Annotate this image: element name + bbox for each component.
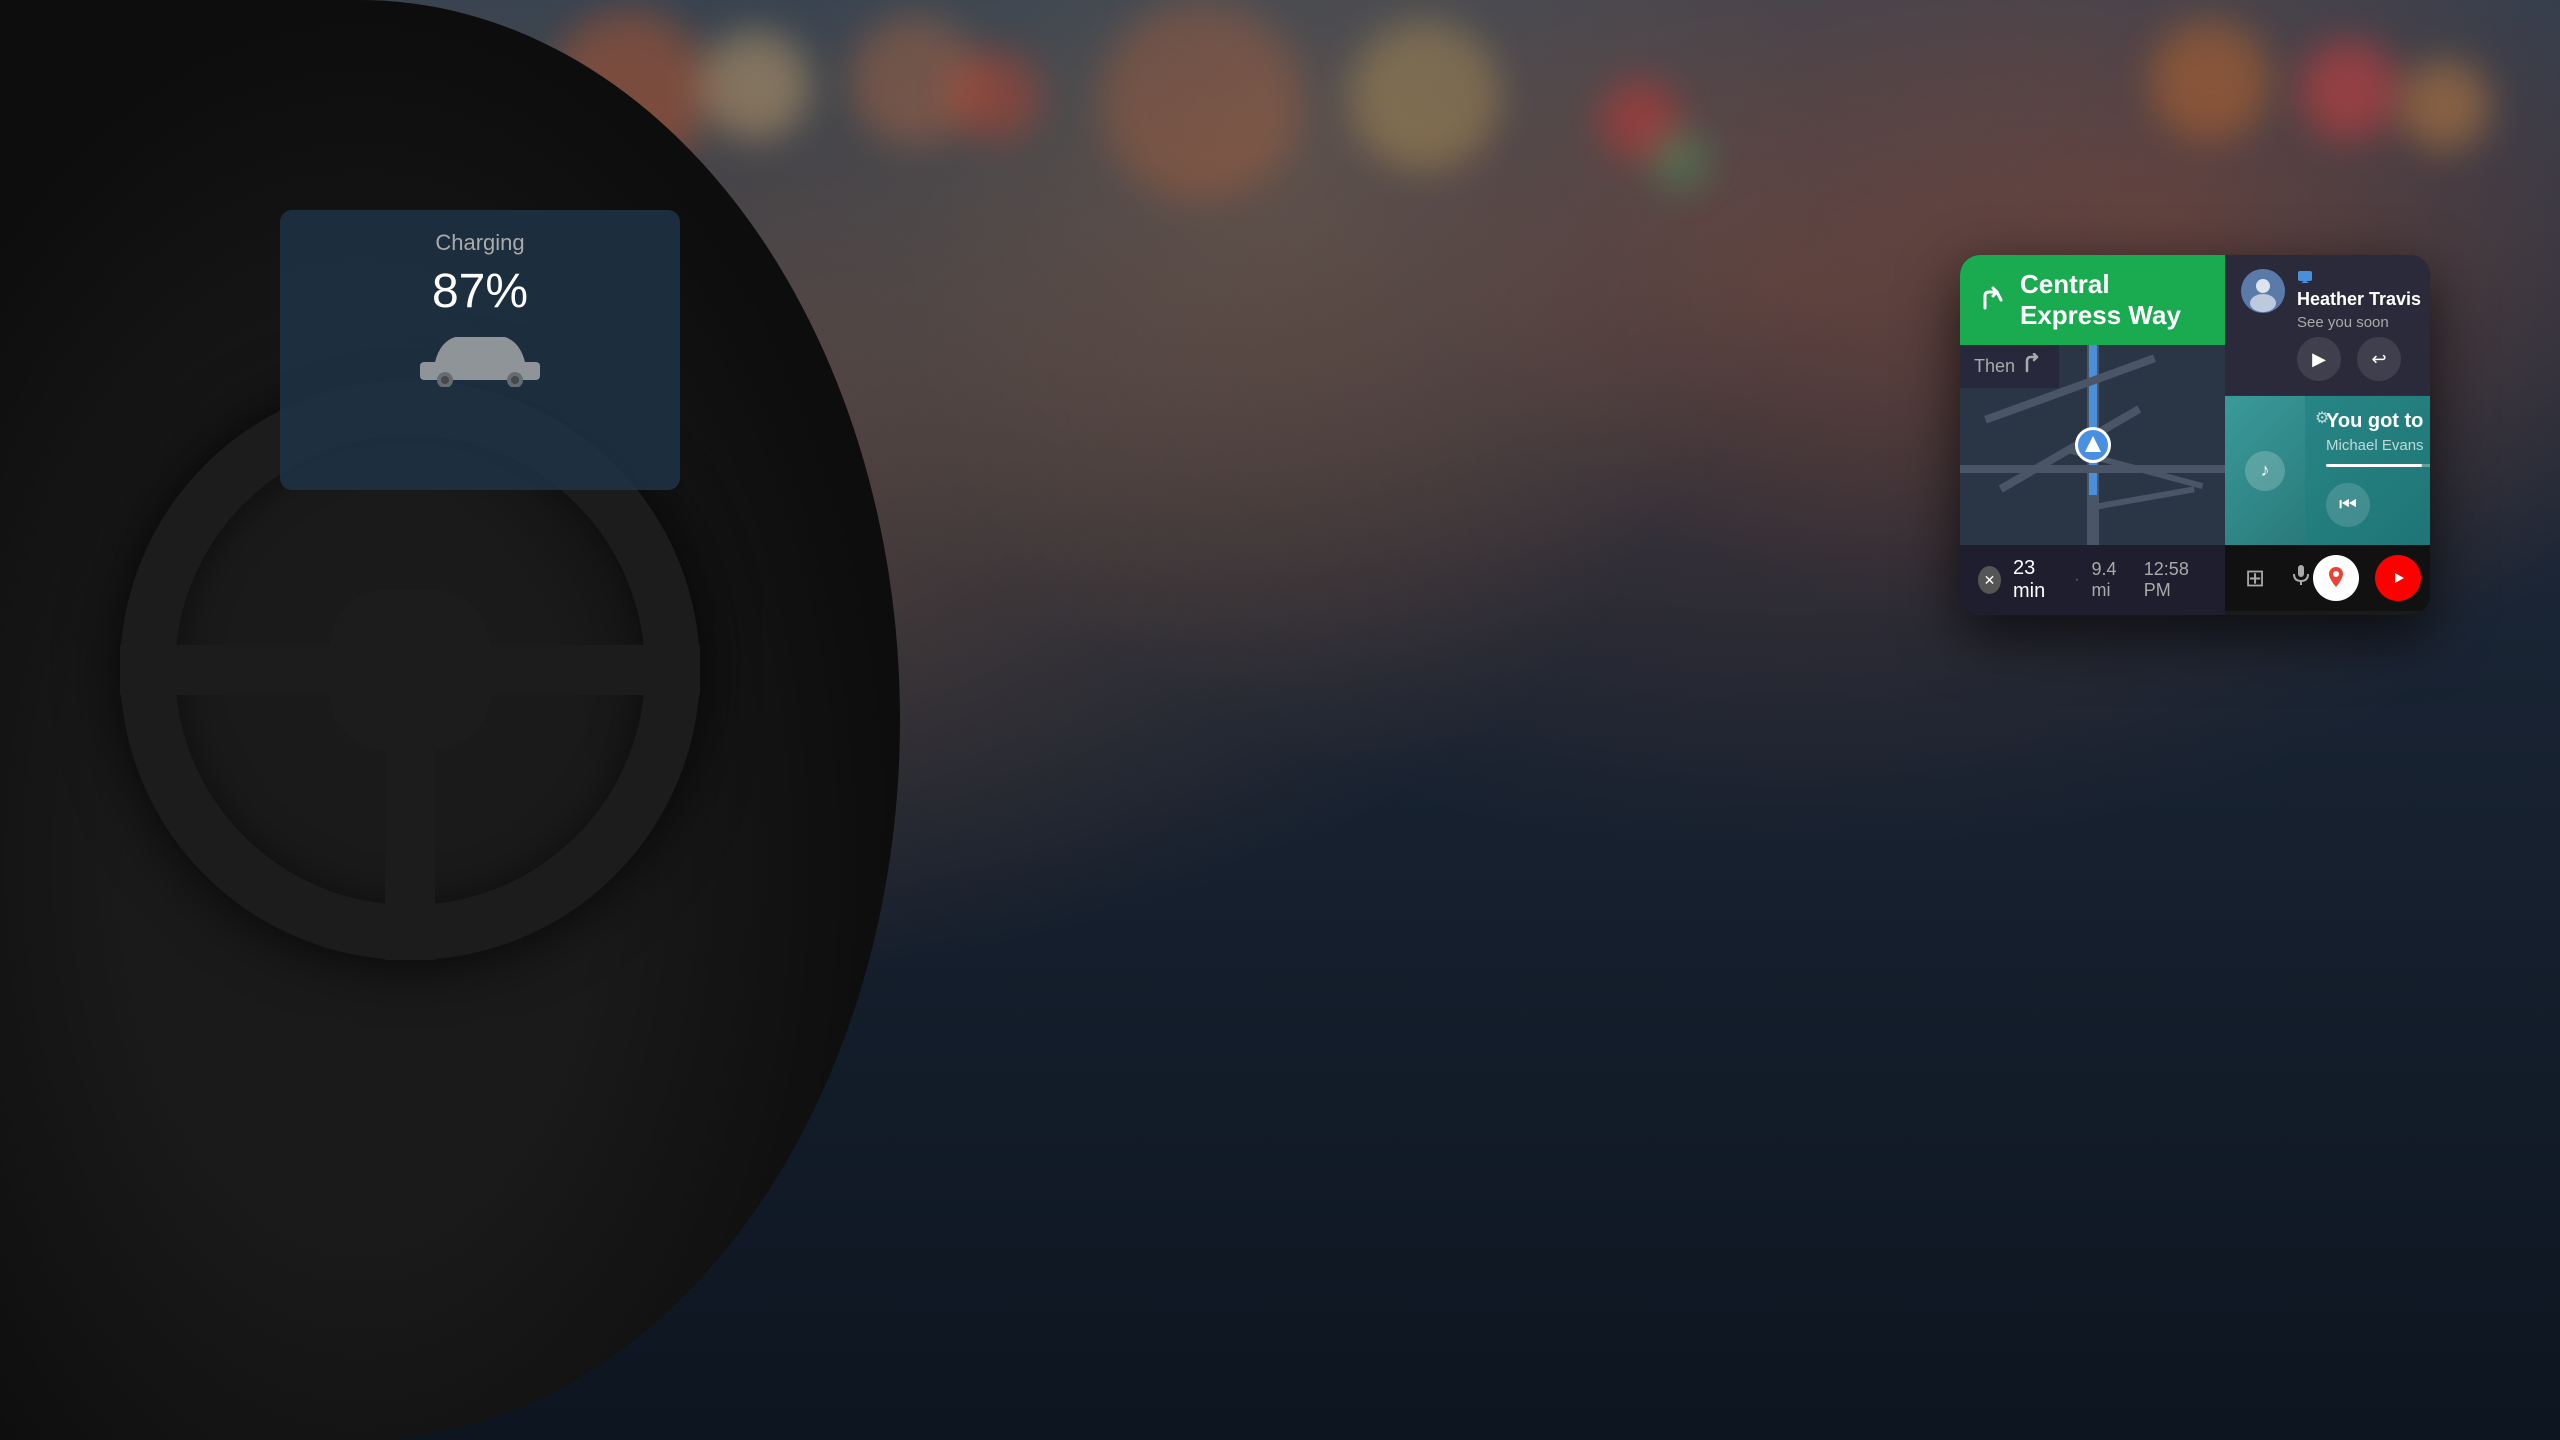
music-artist: Michael Evans bbox=[2326, 437, 2430, 454]
music-thumbnail-icon: ♪ bbox=[2245, 451, 2285, 491]
nav-turn-icon bbox=[1978, 285, 2008, 315]
maps-app-icon[interactable] bbox=[2313, 555, 2359, 601]
nav-eta: 23 min bbox=[2013, 557, 2062, 603]
navigation-panel: Central Express Way Then bbox=[1960, 255, 2225, 615]
then-turn-arrow bbox=[2023, 353, 2045, 380]
contact-avatar bbox=[2241, 269, 2285, 313]
music-title: You got to listen bbox=[2326, 410, 2430, 433]
music-controls: ⏮ ▶ ⏭ bbox=[2326, 479, 2430, 531]
music-thumbnail: ♪ bbox=[2225, 396, 2305, 545]
message-actions: ▶ ↩ bbox=[2297, 337, 2430, 381]
message-text: See you soon bbox=[2297, 314, 2430, 331]
bottom-app-bar: ⊞ bbox=[2225, 545, 2430, 611]
youtube-music-icon[interactable] bbox=[2375, 555, 2421, 601]
music-prev-button[interactable]: ⏮ bbox=[2326, 483, 2370, 527]
then-turn-bar: Then bbox=[1960, 345, 2059, 388]
mic-icon[interactable] bbox=[2289, 563, 2313, 594]
nav-time: 12:58 PM bbox=[2144, 559, 2207, 601]
location-marker-inner bbox=[2075, 427, 2111, 463]
music-progress-fill bbox=[2326, 464, 2422, 467]
then-label: Then bbox=[1974, 356, 2015, 377]
map-road-extra2 bbox=[2095, 486, 2195, 509]
contact-name: Heather Travis bbox=[2297, 289, 2430, 310]
grid-icon[interactable]: ⊞ bbox=[2245, 564, 2265, 593]
charging-label: Charging bbox=[300, 230, 660, 256]
right-panels: Heather Travis See you soon ▶ ↩ ⚙ ♪ bbox=[2225, 255, 2430, 615]
music-content: You got to listen Michael Evans ⏮ ▶ ⏭ bbox=[2326, 410, 2430, 531]
dashboard-display: Charging 87% bbox=[280, 210, 680, 490]
nav-distance: 9.4 mi bbox=[2092, 559, 2132, 601]
messages-icon bbox=[2297, 269, 2313, 285]
android-auto-panel: Central Express Way Then bbox=[1960, 255, 2430, 615]
music-progress-bar bbox=[2326, 464, 2430, 467]
map-road-horizontal bbox=[1960, 465, 2225, 473]
message-panel: Heather Travis See you soon ▶ ↩ bbox=[2225, 255, 2430, 395]
bottom-center-icons bbox=[2313, 555, 2430, 601]
music-settings-icon[interactable]: ⚙ bbox=[2315, 408, 2329, 428]
music-panel: ⚙ ♪ You got to listen Michael Evans bbox=[2225, 396, 2430, 545]
message-play-button[interactable]: ▶ bbox=[2297, 337, 2341, 381]
nav-footer: ✕ 23 min · 9.4 mi 12:58 PM bbox=[1960, 545, 2225, 615]
message-content: Heather Travis See you soon ▶ ↩ bbox=[2297, 269, 2430, 381]
bottom-left-icons: ⊞ bbox=[2245, 563, 2313, 594]
nav-separator-1: · bbox=[2074, 571, 2079, 589]
location-marker-arrow bbox=[2085, 436, 2101, 452]
map-area[interactable]: Then bbox=[1960, 345, 2225, 545]
message-icon-row bbox=[2297, 269, 2430, 285]
nav-street-name: Central Express Way bbox=[2020, 269, 2207, 331]
nav-close-button[interactable]: ✕ bbox=[1978, 566, 2001, 594]
car-silhouette bbox=[410, 327, 550, 387]
message-reply-button[interactable]: ↩ bbox=[2357, 337, 2401, 381]
battery-percent: 87% bbox=[300, 264, 660, 319]
nav-header: Central Express Way bbox=[1960, 255, 2225, 345]
